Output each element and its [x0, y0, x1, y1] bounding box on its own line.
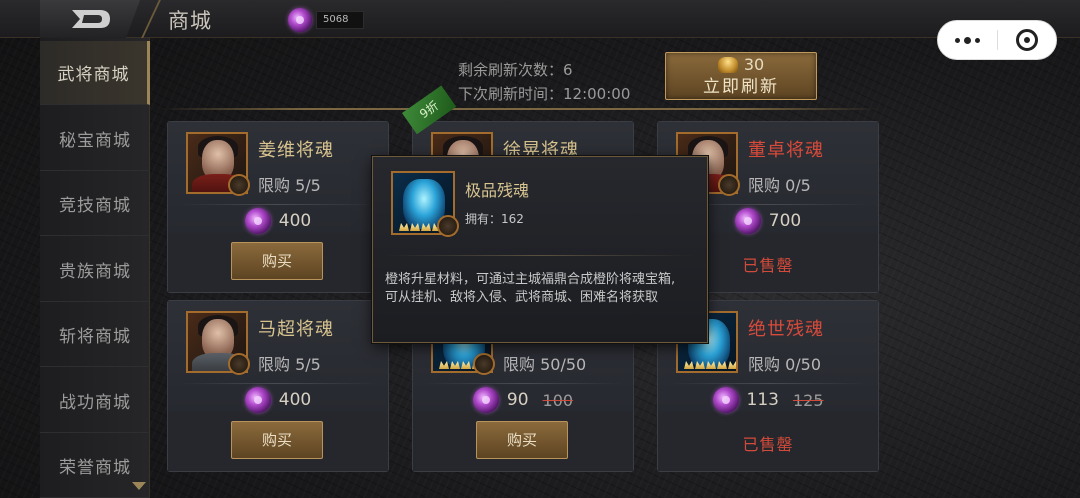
original-price: 100 — [542, 390, 574, 410]
purchase-limit: 限购 50/50 — [503, 355, 587, 374]
close-mini-program-button[interactable] — [997, 29, 1056, 51]
price-row: 400 — [168, 208, 388, 234]
shop-category-sidebar: 武将商城 秘宝商城 竞技商城 贵族商城 斩将商城 战功商城 荣誉商城 — [40, 38, 150, 498]
item-name: 绝世残魂 — [748, 319, 824, 340]
refresh-info: 剩余刷新次数：6 下次刷新时间：12:00:00 — [458, 58, 630, 106]
buy-button[interactable]: 购买 — [231, 421, 323, 459]
purchase-limit: 限购 5/5 — [258, 176, 321, 195]
sidebar-item-general-shop[interactable]: 武将商城 — [40, 41, 150, 105]
more-dot-icon — [963, 36, 971, 44]
card-divider — [178, 204, 378, 205]
mini-program-capsule — [937, 20, 1057, 60]
item-tooltip[interactable]: 极品残魂 拥有：162 橙将升星材料，可通过主城福鼎合成橙阶将魂宝箱, 可从挂机… — [372, 156, 708, 343]
shop-card: 姜维将魂 限购 5/5 400 购买 — [167, 121, 389, 293]
remaining-refresh-count: 剩余刷新次数：6 — [458, 61, 573, 79]
tooltip-item-name: 极品残魂 — [465, 181, 530, 200]
star-icon — [461, 361, 471, 369]
tooltip-divider — [385, 255, 695, 256]
sidebar-item-treasure-shop[interactable]: 秘宝商城 — [40, 107, 150, 171]
buy-button[interactable]: 购买 — [476, 421, 568, 459]
currency-value: 5068 — [316, 11, 364, 29]
next-refresh-time: 下次刷新时间：12:00:00 — [458, 85, 631, 103]
refresh-button-label: 立即刷新 — [703, 77, 779, 97]
tooltip-description-line: 可从挂机、敌将入侵、武将商城、困难名将获取 — [385, 290, 659, 305]
price: 90 — [506, 390, 529, 410]
sidebar-item-arena-shop[interactable]: 竞技商城 — [40, 172, 150, 236]
tooltip-description: 橙将升星材料，可通过主城福鼎合成橙阶将魂宝箱, 可从挂机、敌将入侵、武将商城、困… — [385, 271, 693, 307]
header-divider — [160, 108, 880, 110]
item-name: 董卓将魂 — [748, 140, 824, 161]
soul-badge-icon — [473, 353, 495, 375]
soul-badge-icon — [718, 174, 740, 196]
price: 400 — [278, 211, 312, 231]
sidebar-item-slay-shop[interactable]: 斩将商城 — [40, 303, 150, 367]
star-icon — [695, 361, 705, 369]
tooltip-owned-count: 拥有：162 — [465, 212, 524, 226]
refresh-now-button[interactable]: 30 立即刷新 — [665, 52, 817, 100]
soul-orb-icon — [244, 387, 271, 413]
soul-badge-icon — [228, 353, 250, 375]
soul-orb-icon — [472, 387, 499, 413]
soul-orb-icon — [712, 387, 739, 413]
star-icon — [717, 361, 727, 369]
purchase-limit: 限购 0/50 — [748, 355, 822, 374]
star-icon — [421, 223, 431, 231]
buy-button[interactable]: 购买 — [231, 242, 323, 280]
card-divider — [178, 383, 378, 384]
item-name: 姜维将魂 — [258, 140, 334, 161]
more-dot-icon — [974, 37, 980, 43]
more-options-button[interactable] — [938, 36, 997, 44]
top-bar: 商城 5068 — [0, 0, 1080, 38]
star-icon — [728, 361, 736, 369]
price-row: 400 — [168, 387, 388, 413]
item-name: 马超将魂 — [258, 319, 334, 340]
card-divider — [423, 383, 623, 384]
price-row: 90 100 — [413, 387, 633, 413]
original-price: 125 — [792, 390, 824, 410]
purchase-limit: 限购 5/5 — [258, 355, 321, 374]
purchase-limit: 限购 0/5 — [748, 176, 811, 195]
target-circle-icon — [1015, 29, 1038, 51]
star-icon — [450, 361, 460, 369]
soul-orb-icon — [288, 8, 312, 32]
soul-orb-icon — [734, 208, 761, 234]
star-icon — [706, 361, 716, 369]
star-rating — [399, 223, 442, 231]
star-rating — [684, 361, 736, 369]
soul-orb-icon — [244, 208, 271, 234]
back-arrow-icon — [72, 10, 110, 28]
sidebar-item-merit-shop[interactable]: 战功商城 — [40, 369, 150, 433]
tooltip-description-line: 橙将升星材料，可通过主城福鼎合成橙阶将魂宝箱, — [385, 272, 676, 287]
soul-badge-icon — [228, 174, 250, 196]
price-row: 113 125 — [658, 387, 878, 413]
sold-out-label: 已售罄 — [742, 435, 794, 454]
price: 700 — [768, 211, 802, 231]
sidebar-item-noble-shop[interactable]: 贵族商城 — [40, 238, 150, 302]
price: 113 — [746, 390, 779, 410]
star-icon — [684, 361, 694, 369]
page-title: 商城 — [168, 9, 212, 33]
price: 400 — [278, 390, 312, 410]
soul-badge-icon — [437, 215, 459, 237]
star-icon — [410, 223, 420, 231]
star-icon — [439, 361, 449, 369]
more-dot-icon — [954, 37, 960, 43]
gold-ingot-icon — [717, 56, 738, 73]
shop-card: 马超将魂 限购 5/5 400 购买 — [167, 300, 389, 472]
star-icon — [399, 223, 409, 231]
scroll-down-arrow-icon[interactable] — [132, 482, 146, 490]
card-divider — [668, 383, 868, 384]
currency-display: 5068 — [288, 8, 364, 32]
